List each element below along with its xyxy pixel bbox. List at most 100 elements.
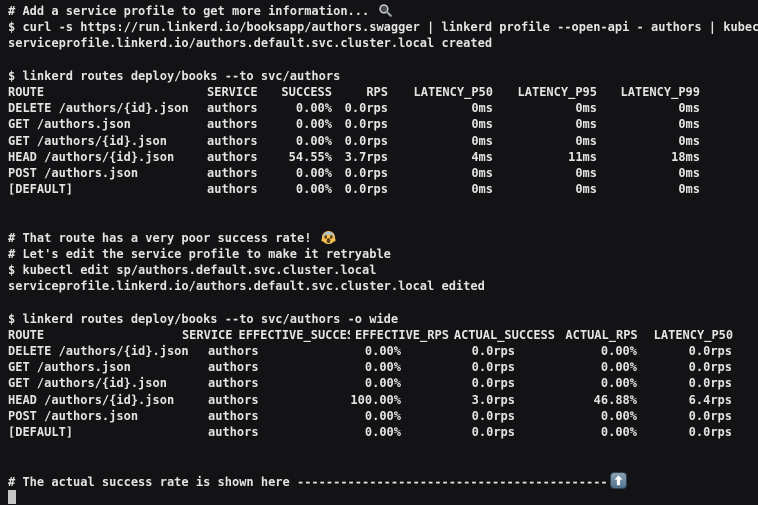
- up-arrow-emoji-icon: [610, 472, 627, 493]
- cell-success: 54.55%: [272, 149, 332, 165]
- cell-route: POST /authors.json: [8, 408, 208, 424]
- table-row: POST /authors.jsonauthors0.00%0.0rps0ms0…: [8, 165, 758, 181]
- column-header-route: ROUTE: [8, 327, 182, 343]
- cell-latency-p50: 0ms: [388, 133, 493, 149]
- blank-line: [8, 456, 758, 472]
- cell-route: GET /authors.json: [8, 359, 208, 375]
- cell-effective-success: 0.00%: [273, 359, 401, 375]
- cell-effective-rps: 0.0rps: [401, 424, 515, 440]
- cell-latency-p99: 0ms: [597, 116, 700, 132]
- cell-actual-rps: 0.0rps: [637, 375, 732, 391]
- cell-actual-success: 0.00%: [515, 375, 637, 391]
- cell-actual-success: 46.88%: [515, 392, 637, 408]
- cell-effective-success: 0.00%: [273, 375, 401, 391]
- table-row: POST /authors.jsonauthors0.00%0.0rps0.00…: [8, 408, 758, 424]
- column-header-success: SUCCESS: [272, 84, 332, 100]
- column-header-latency-p99: LATENCY_P99: [597, 84, 700, 100]
- column-header-actual-rps: ACTUAL_RPS: [555, 327, 638, 343]
- cell-route: GET /authors.json: [8, 116, 207, 132]
- dashes: ----------------------------------------…: [297, 475, 608, 489]
- cell-effective-rps: 0.0rps: [401, 343, 515, 359]
- table-row: HEAD /authors/{id}.jsonauthors54.55%3.7r…: [8, 149, 758, 165]
- prompt-line: [8, 489, 758, 505]
- table-row: GET /authors/{id}.jsonauthors0.00%0.0rps…: [8, 375, 758, 391]
- cell-route: DELETE /authors/{id}.json: [8, 100, 207, 116]
- blank-line: [8, 213, 758, 229]
- cell-service: authors: [208, 392, 273, 408]
- cell-actual-success: 0.00%: [515, 408, 637, 424]
- cell-service: authors: [208, 359, 273, 375]
- output-serviceprofile-created: serviceprofile.linkerd.io/authors.defaul…: [8, 35, 758, 51]
- command-kubectl-edit: $ kubectl edit sp/authors.default.svc.cl…: [8, 262, 758, 278]
- terminal-cursor: [8, 490, 16, 504]
- wide-table-header: ROUTE SERVICE EFFECTIVE_SUCCESS EFFECTIV…: [8, 327, 758, 343]
- cell-actual-rps: 6.4rps: [637, 392, 732, 408]
- column-header-actual-success: ACTUAL_SUCCESS: [449, 327, 555, 343]
- column-header-rps: RPS: [332, 84, 388, 100]
- table-row: GET /authors.jsonauthors0.00%0.0rps0.00%…: [8, 359, 758, 375]
- cell-rps: 0.0rps: [332, 100, 388, 116]
- command-linkerd-routes: $ linkerd routes deploy/books --to svc/a…: [8, 68, 758, 84]
- cell-latency-p99: 0ms: [597, 165, 700, 181]
- cell-actual-success: 0.00%: [515, 359, 637, 375]
- cell-service: authors: [208, 343, 273, 359]
- cell-route: GET /authors/{id}.json: [8, 133, 207, 149]
- column-header-latency-p95: LATENCY_P95: [493, 84, 597, 100]
- cell-effective-rps: 0.0rps: [401, 359, 515, 375]
- cell-route: HEAD /authors/{id}.json: [8, 149, 207, 165]
- table-row: GET /authors/{id}.jsonauthors0.00%0.0rps…: [8, 133, 758, 149]
- cell-route: HEAD /authors/{id}.json: [8, 392, 208, 408]
- cell-success: 0.00%: [272, 165, 332, 181]
- routes-table-header: ROUTE SERVICE SUCCESS RPS LATENCY_P50 LA…: [8, 84, 758, 100]
- cell-success: 0.00%: [272, 133, 332, 149]
- column-header-effective-success: EFFECTIVE_SUCCESS: [238, 327, 349, 343]
- cell-route: [DEFAULT]: [8, 181, 207, 197]
- cell-latency-p95: 0ms: [493, 181, 597, 197]
- cell-rps: 0.0rps: [332, 133, 388, 149]
- cell-effective-success: 0.00%: [273, 408, 401, 424]
- cell-effective-success: 0.00%: [273, 424, 401, 440]
- blank-line: [8, 52, 758, 68]
- table-row: HEAD /authors/{id}.jsonauthors100.00%3.0…: [8, 392, 758, 408]
- cell-latency-p99: 18ms: [597, 149, 700, 165]
- cell-service: authors: [208, 424, 273, 440]
- cell-actual-rps: 0.0rps: [637, 408, 732, 424]
- column-header-effective-rps: EFFECTIVE_RPS: [350, 327, 449, 343]
- comment-text: # That route has a very poor success rat…: [8, 231, 319, 245]
- cell-latency-p95: 0ms: [493, 133, 597, 149]
- cell-effective-rps: 0.0rps: [401, 408, 515, 424]
- cell-latency-p50: 0ms: [388, 165, 493, 181]
- cell-service: authors: [208, 375, 273, 391]
- comment-text: # The actual success rate is shown here: [8, 475, 297, 489]
- column-header-route: ROUTE: [8, 84, 207, 100]
- column-header-latency-p50-clipped: LATENCY_P50: [638, 327, 758, 343]
- cell-latency-p50: 0ms: [388, 100, 493, 116]
- cell-route: GET /authors/{id}.json: [8, 375, 208, 391]
- cell-rps: 0.0rps: [332, 165, 388, 181]
- cell-success: 0.00%: [272, 181, 332, 197]
- cell-latency-p95: 0ms: [493, 165, 597, 181]
- comment-text: # Add a service profile to get more info…: [8, 4, 376, 18]
- cell-service: authors: [207, 181, 272, 197]
- cell-effective-rps: 3.0rps: [401, 392, 515, 408]
- blank-line: [8, 440, 758, 456]
- cell-service: authors: [207, 149, 272, 165]
- cell-actual-success: 0.00%: [515, 424, 637, 440]
- column-header-latency-p50: LATENCY_P50: [388, 84, 493, 100]
- cell-rps: 0.0rps: [332, 181, 388, 197]
- comment-poor-success-rate: # That route has a very poor success rat…: [8, 230, 758, 246]
- comment-actual-success-pointer: # The actual success rate is shown here …: [8, 472, 758, 488]
- table-row: DELETE /authors/{id}.jsonauthors0.00%0.0…: [8, 100, 758, 116]
- cell-effective-success: 100.00%: [273, 392, 401, 408]
- cell-actual-rps: 0.0rps: [637, 343, 732, 359]
- cell-effective-rps: 0.0rps: [401, 375, 515, 391]
- comment-add-service-profile: # Add a service profile to get more info…: [8, 3, 758, 19]
- cell-latency-p95: 11ms: [493, 149, 597, 165]
- cell-service: authors: [207, 133, 272, 149]
- cell-latency-p50: 4ms: [388, 149, 493, 165]
- cell-rps: 0.0rps: [332, 116, 388, 132]
- cell-service: authors: [207, 100, 272, 116]
- cell-route: DELETE /authors/{id}.json: [8, 343, 208, 359]
- cell-latency-p99: 0ms: [597, 100, 700, 116]
- terminal-window[interactable]: # Add a service profile to get more info…: [0, 0, 758, 505]
